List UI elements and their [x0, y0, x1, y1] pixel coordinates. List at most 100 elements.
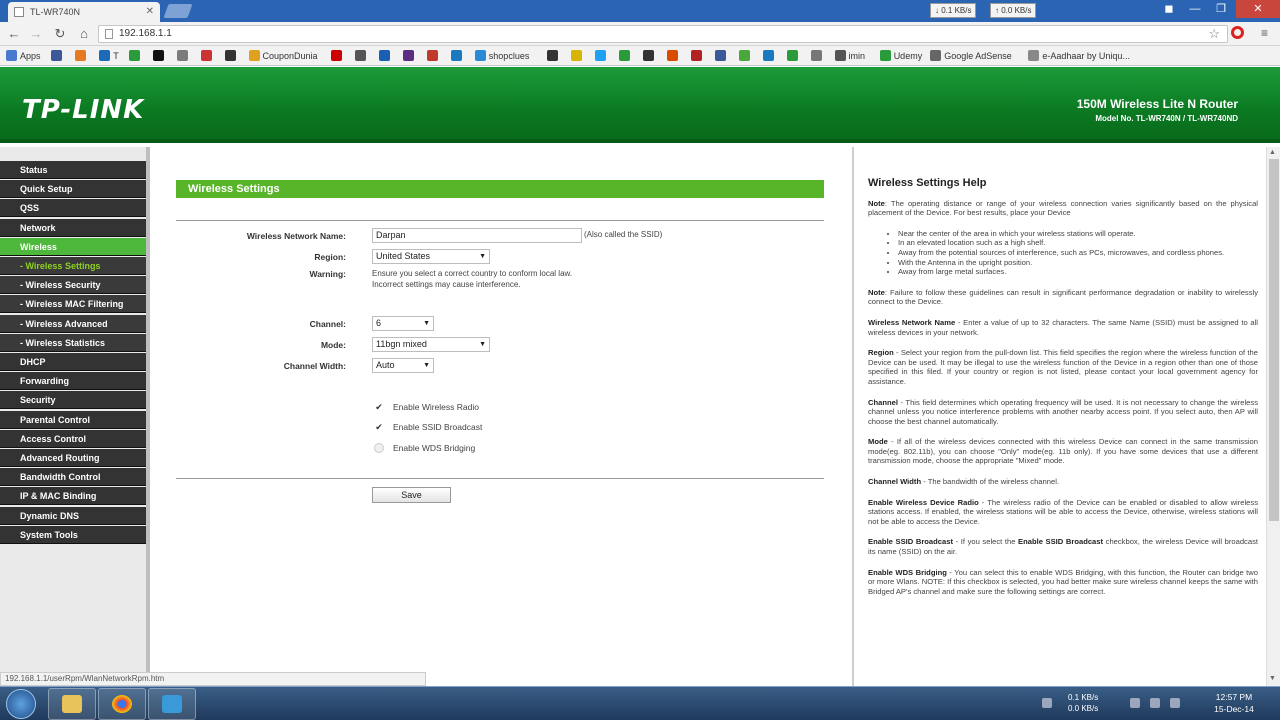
bookmark-item[interactable]: [546, 49, 561, 63]
home-icon[interactable]: ⌂: [76, 26, 92, 41]
help-bullet: Away from the potential sources of inter…: [898, 248, 1258, 258]
volume-icon[interactable]: [1150, 698, 1160, 708]
bookmark-item[interactable]: [570, 49, 585, 63]
new-tab-button[interactable]: [163, 4, 193, 18]
bookmark-item[interactable]: [75, 49, 89, 63]
bookmark-icon: [666, 50, 678, 61]
bookmark-item[interactable]: [152, 49, 167, 63]
bookmark-item[interactable]: [786, 49, 801, 63]
bookmark-item[interactable]: Google AdSense: [930, 49, 1012, 63]
chrome-icon: [112, 695, 132, 713]
bookmark-item[interactable]: [330, 49, 345, 63]
menu-item[interactable]: - Wireless Settings: [0, 257, 146, 275]
address-bar[interactable]: 192.168.1.1: [98, 25, 1228, 43]
bookmark-item[interactable]: CouponDunia: [248, 49, 318, 63]
profile-icon[interactable]: ◼: [1156, 0, 1182, 18]
app-taskbar-button[interactable]: [148, 688, 196, 720]
menu-item[interactable]: Status: [0, 161, 146, 179]
bookmark-label: Google AdSense: [944, 51, 1012, 61]
bookmark-item[interactable]: [426, 49, 441, 63]
menu-item[interactable]: Parental Control: [0, 410, 146, 429]
menu-item[interactable]: Forwarding: [0, 372, 146, 391]
bookmark-item[interactable]: Udemy: [879, 49, 922, 63]
menu-item[interactable]: Quick Setup: [0, 180, 146, 199]
bookmark-item[interactable]: [738, 49, 753, 63]
network-icon[interactable]: [1130, 698, 1140, 708]
channel-width-select[interactable]: Auto ▼: [372, 358, 434, 373]
bookmark-item[interactable]: [128, 49, 143, 63]
tab-close-icon[interactable]: ✕: [146, 2, 154, 22]
bookmark-item[interactable]: [450, 49, 465, 63]
opera-icon[interactable]: [1231, 26, 1244, 39]
bookmark-item[interactable]: [666, 49, 681, 63]
bookmark-item[interactable]: imin: [834, 49, 865, 63]
menu-item[interactable]: Access Control: [0, 429, 146, 448]
explorer-taskbar-button[interactable]: [48, 688, 96, 720]
region-select[interactable]: United States ▼: [372, 249, 490, 264]
bookmark-item[interactable]: [200, 49, 215, 63]
bookmark-item[interactable]: [714, 49, 729, 63]
menu-item[interactable]: - Wireless Advanced: [0, 314, 146, 333]
menu-item[interactable]: - Wireless MAC Filtering: [0, 295, 146, 314]
menu-item[interactable]: Security: [0, 391, 146, 410]
start-button[interactable]: [6, 689, 36, 719]
enable-ssid-broadcast-checkbox[interactable]: ✔: [374, 422, 384, 432]
mode-select[interactable]: 11bgn mixed ▼: [372, 337, 490, 352]
flag-icon[interactable]: [1170, 698, 1180, 708]
save-button[interactable]: Save: [372, 487, 451, 503]
bookmark-item[interactable]: [690, 49, 705, 63]
chrome-taskbar-button[interactable]: [98, 688, 146, 720]
main-content: Wireless Settings Wireless Network Name:…: [150, 147, 850, 675]
bookmark-item[interactable]: e-Aadhaar by Uniqu...: [1028, 49, 1130, 63]
menu-item[interactable]: Advanced Routing: [0, 449, 146, 467]
minimize-button[interactable]: —: [1182, 0, 1208, 18]
browser-tab[interactable]: TL-WR740N ✕: [8, 2, 160, 22]
side-menu: Status Quick Setup QSS Network Wireless - Wir…: [0, 147, 150, 675]
bookmark-label: CouponDunia: [262, 51, 318, 61]
bookmark-item[interactable]: [810, 49, 825, 63]
menu-item[interactable]: - Wireless Statistics: [0, 333, 146, 352]
channel-select[interactable]: 6 ▼: [372, 316, 434, 331]
bookmark-item[interactable]: [642, 49, 657, 63]
bookmark-item[interactable]: shopclues: [474, 49, 529, 63]
help-scrollbar[interactable]: ▲ ▼: [1266, 147, 1280, 687]
enable-wds-checkbox[interactable]: [374, 443, 384, 453]
back-arrow-icon[interactable]: ←: [6, 26, 22, 41]
menu-item[interactable]: Network: [0, 218, 146, 237]
menu-item[interactable]: - Wireless Security: [0, 276, 146, 295]
help-content: Wireless Settings Help Note: The operati…: [868, 178, 1258, 607]
menu-item[interactable]: Bandwidth Control: [0, 468, 146, 487]
bookmark-item[interactable]: [378, 49, 393, 63]
bookmark-item[interactable]: [51, 49, 65, 63]
ssid-input[interactable]: Darpan: [372, 228, 582, 243]
bookmark-item[interactable]: Apps: [6, 49, 41, 63]
menu-item[interactable]: System Tools: [0, 525, 146, 544]
bookmark-item[interactable]: [224, 49, 239, 63]
bookmark-item[interactable]: [176, 49, 191, 63]
maximize-button[interactable]: ❐: [1208, 0, 1234, 18]
menu-icon[interactable]: ≡: [1261, 26, 1268, 40]
reload-icon[interactable]: ↻: [52, 26, 68, 42]
bookmark-star-icon[interactable]: ☆: [1208, 26, 1220, 42]
scroll-down-icon[interactable]: ▼: [1269, 675, 1276, 682]
scroll-up-icon[interactable]: ▲: [1269, 149, 1276, 156]
menu-item[interactable]: DHCP: [0, 353, 146, 371]
close-window-button[interactable]: ✕: [1236, 0, 1280, 18]
menu-item[interactable]: Dynamic DNS: [0, 506, 146, 525]
menu-item[interactable]: Wireless: [0, 237, 146, 256]
menu-item[interactable]: QSS: [0, 199, 146, 218]
tray-icon[interactable]: [1042, 698, 1052, 708]
forward-arrow-icon[interactable]: →: [28, 26, 44, 41]
scroll-thumb[interactable]: [1269, 159, 1279, 521]
bookmark-item[interactable]: [354, 49, 369, 63]
enable-radio-checkbox[interactable]: ✔: [374, 402, 384, 412]
bookmark-item[interactable]: [762, 49, 777, 63]
divider: [176, 220, 824, 221]
bookmark-item[interactable]: T: [99, 49, 119, 63]
clock[interactable]: 12:57 PM 15-Dec-14: [1206, 691, 1262, 715]
bookmark-item[interactable]: [618, 49, 633, 63]
menu-item[interactable]: IP & MAC Binding: [0, 487, 146, 506]
bookmark-item[interactable]: [402, 49, 417, 63]
help-mode: Mode - If all of the wireless devices co…: [868, 437, 1258, 466]
bookmark-item[interactable]: [594, 49, 609, 63]
